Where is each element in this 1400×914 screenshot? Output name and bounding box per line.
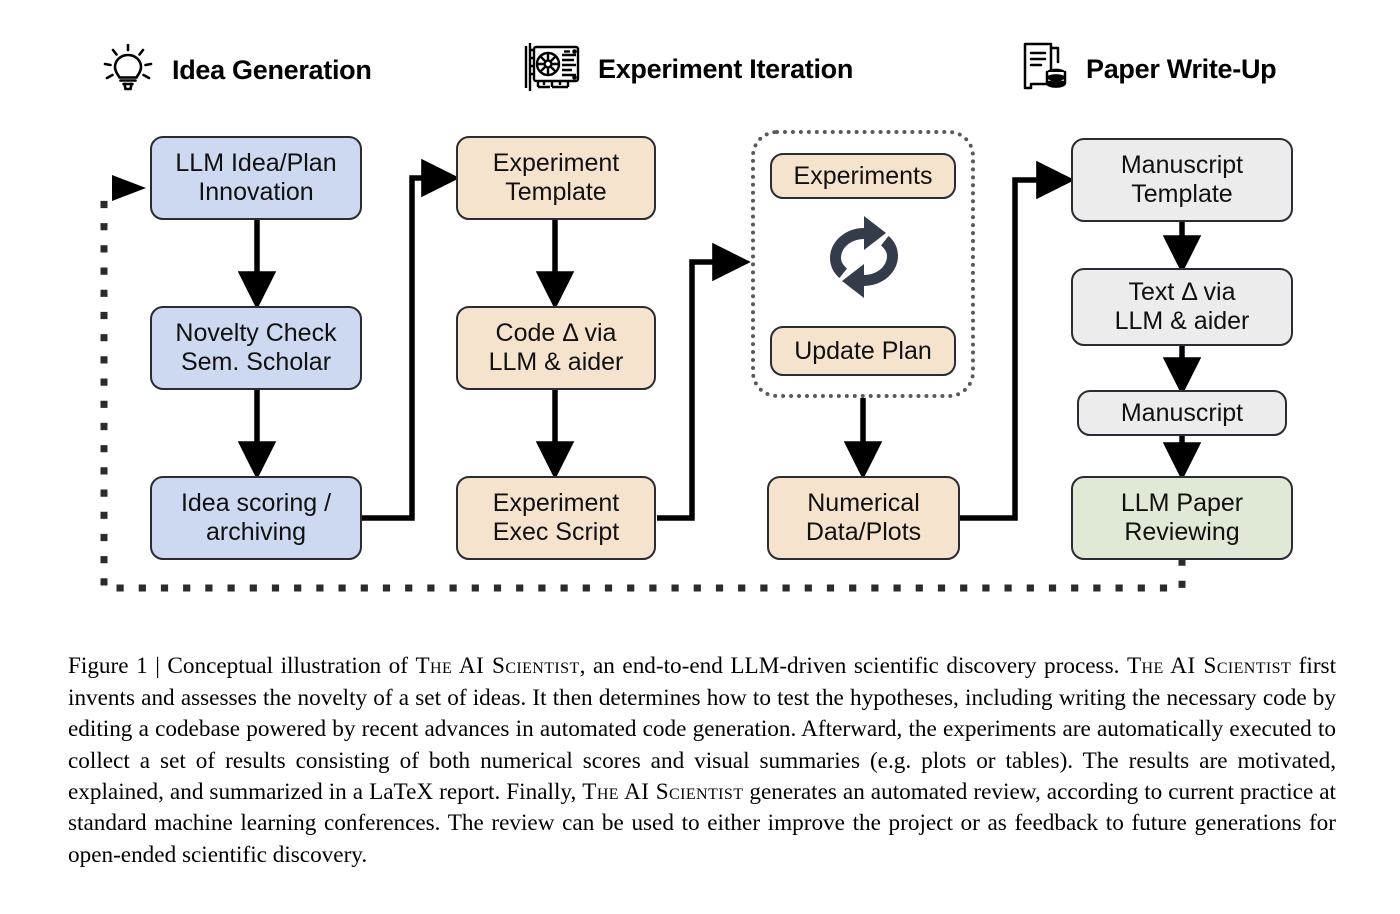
refresh-cycle-icon: [818, 216, 910, 303]
figure-caption: Figure 1 | Conceptual illustration of Th…: [68, 651, 1336, 871]
node-text-delta[interactable]: Text Δ via LLM & aider: [1071, 268, 1293, 346]
node-label: LLM Paper Reviewing: [1120, 489, 1244, 546]
node-code-delta[interactable]: Code Δ via LLM & aider: [456, 306, 656, 390]
pipeline-diagram: LLM Idea/Plan Innovation Novelty Check S…: [0, 0, 1400, 610]
node-label: Code Δ via LLM & aider: [488, 319, 624, 376]
node-update-plan[interactable]: Update Plan: [770, 326, 956, 376]
caption-smallcaps-3: The AI Scientist: [582, 778, 744, 805]
node-experiment-template[interactable]: Experiment Template: [456, 136, 656, 220]
node-experiment-exec-script[interactable]: Experiment Exec Script: [456, 476, 656, 560]
node-label: Numerical Data/Plots: [805, 489, 922, 546]
node-label: Idea scoring / archiving: [180, 489, 332, 546]
node-label: Experiment Exec Script: [492, 489, 620, 546]
node-label: Experiment Template: [492, 149, 620, 206]
node-label: LLM Idea/Plan Innovation: [175, 149, 337, 206]
node-experiments[interactable]: Experiments: [770, 153, 956, 199]
node-numerical-data-plots[interactable]: Numerical Data/Plots: [767, 476, 960, 560]
caption-figure-label: Figure 1: [68, 653, 148, 680]
node-label: Manuscript: [1120, 398, 1244, 427]
caption-text-part2: , an end-to-end LLM-driven scientific di…: [579, 653, 1127, 680]
node-label: Experiments: [793, 161, 933, 190]
node-label: Manuscript Template: [1120, 151, 1244, 208]
node-manuscript-template[interactable]: Manuscript Template: [1071, 138, 1293, 222]
caption-text-part1: Conceptual illustration of: [159, 653, 416, 680]
node-label: Update Plan: [794, 336, 932, 365]
node-label: Text Δ via LLM & aider: [1114, 278, 1250, 335]
caption-smallcaps-2: The AI Scientist: [1126, 653, 1292, 680]
node-llm-idea-plan[interactable]: LLM Idea/Plan Innovation: [150, 136, 362, 220]
node-novelty-check[interactable]: Novelty Check Sem. Scholar: [150, 306, 362, 390]
node-llm-paper-reviewing[interactable]: LLM Paper Reviewing: [1071, 476, 1293, 560]
node-manuscript[interactable]: Manuscript: [1077, 390, 1287, 436]
node-label: Novelty Check Sem. Scholar: [175, 319, 337, 376]
caption-smallcaps-1: The AI Scientist: [415, 653, 580, 680]
node-idea-scoring[interactable]: Idea scoring / archiving: [150, 476, 362, 560]
